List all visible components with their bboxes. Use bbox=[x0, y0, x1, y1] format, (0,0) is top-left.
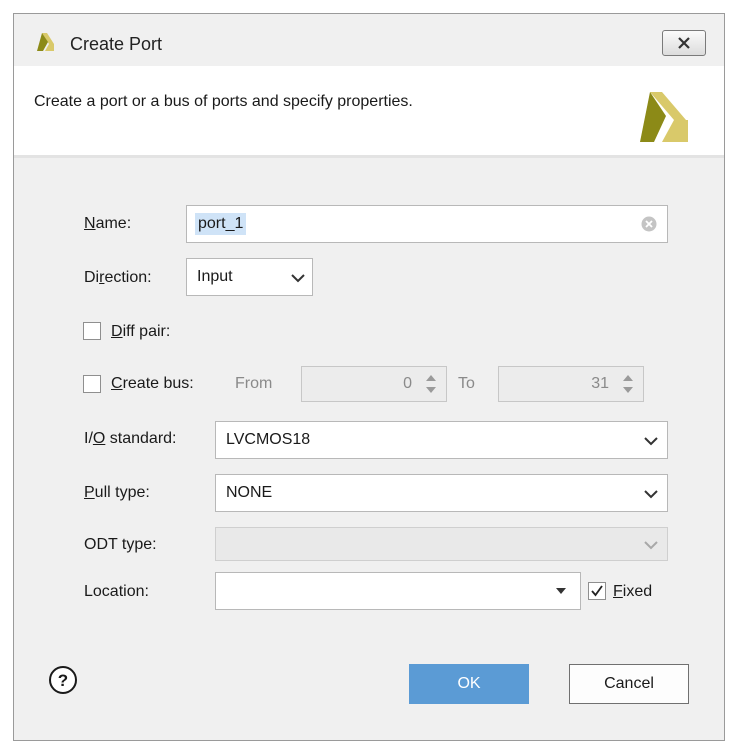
name-value: port_1 bbox=[195, 213, 247, 235]
clear-icon[interactable] bbox=[641, 216, 657, 232]
from-spinner[interactable]: 0 bbox=[301, 366, 447, 402]
create-bus-label: Create bus: bbox=[111, 375, 194, 392]
name-input[interactable]: port_1 bbox=[186, 205, 668, 243]
chevron-down-icon bbox=[644, 490, 658, 499]
direction-select[interactable]: Input bbox=[186, 258, 313, 296]
xilinx-logo-icon bbox=[37, 33, 54, 51]
create-port-dialog: Create Port Create a port or a bus of po… bbox=[13, 13, 725, 741]
pull-type-value: NONE bbox=[226, 484, 273, 501]
io-standard-select[interactable]: LVCMOS18 bbox=[215, 421, 668, 459]
from-label: From bbox=[235, 375, 273, 392]
chevron-down-icon bbox=[644, 541, 658, 550]
pull-type-label: Pull type: bbox=[84, 484, 150, 501]
xilinx-logo-icon bbox=[640, 92, 688, 142]
header-description: Create a port or a bus of ports and spec… bbox=[34, 93, 413, 110]
window-title: Create Port bbox=[70, 34, 163, 54]
chevron-down-icon bbox=[644, 437, 658, 446]
to-spinner[interactable]: 31 bbox=[498, 366, 644, 402]
odt-type-select[interactable] bbox=[215, 527, 668, 561]
dialog-header: Create a port or a bus of ports and spec… bbox=[14, 66, 724, 158]
io-standard-value: LVCMOS18 bbox=[226, 431, 311, 448]
diff-pair-checkbox[interactable] bbox=[83, 322, 101, 340]
fixed-label: Fixed bbox=[613, 583, 653, 600]
direction-label: Direction: bbox=[84, 269, 152, 286]
close-button[interactable] bbox=[662, 30, 706, 56]
diff-pair-label: Diff pair: bbox=[111, 323, 171, 340]
location-label: Location: bbox=[84, 583, 149, 600]
from-value: 0 bbox=[403, 375, 412, 392]
to-label: To bbox=[458, 375, 475, 392]
chevron-down-icon bbox=[291, 274, 305, 283]
svg-text:?: ? bbox=[58, 671, 68, 690]
pull-type-select[interactable]: NONE bbox=[215, 474, 668, 512]
to-value: 31 bbox=[591, 375, 609, 392]
spinner-arrows-icon[interactable] bbox=[425, 372, 437, 396]
chevron-down-icon bbox=[556, 588, 566, 594]
direction-value: Input bbox=[197, 268, 233, 285]
ok-button[interactable]: OK bbox=[409, 664, 529, 704]
title-bar: Create Port bbox=[14, 14, 724, 66]
help-icon[interactable]: ? bbox=[48, 665, 78, 695]
create-bus-checkbox[interactable] bbox=[83, 375, 101, 393]
name-label: Name: bbox=[84, 215, 132, 232]
io-standard-label: I/O standard: bbox=[84, 430, 177, 447]
spinner-arrows-icon[interactable] bbox=[622, 372, 634, 396]
odt-type-label: ODT type: bbox=[84, 536, 157, 553]
checkmark-icon bbox=[591, 585, 603, 597]
location-select[interactable] bbox=[215, 572, 581, 610]
cancel-button[interactable]: Cancel bbox=[569, 664, 689, 704]
close-icon bbox=[678, 37, 690, 49]
fixed-checkbox[interactable] bbox=[588, 582, 606, 600]
